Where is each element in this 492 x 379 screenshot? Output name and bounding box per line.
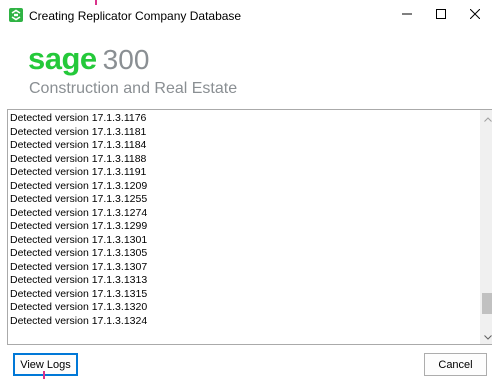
title-bar[interactable]: Creating Replicator Company Database bbox=[0, 0, 492, 30]
close-icon bbox=[469, 6, 481, 24]
log-lines: Detected version 17.1.3.1176 Detected ver… bbox=[10, 112, 480, 328]
log-line: Detected version 17.1.3.1188 bbox=[10, 152, 147, 165]
cancel-button[interactable]: Cancel bbox=[424, 353, 487, 376]
log-line: Detected version 17.1.3.1315 bbox=[10, 287, 148, 300]
window-title: Creating Replicator Company Database bbox=[29, 9, 242, 23]
app-icon bbox=[9, 8, 23, 22]
minimize-button[interactable] bbox=[390, 0, 424, 30]
log-line: Detected version 17.1.3.1313 bbox=[10, 274, 148, 286]
close-button[interactable] bbox=[458, 0, 492, 30]
log-line: Detected version 17.1.3.1320 bbox=[10, 301, 148, 313]
maximize-icon bbox=[436, 6, 446, 24]
logo-brand: sage bbox=[28, 41, 97, 76]
log-line: Detected version 17.1.3.1307 bbox=[10, 260, 148, 273]
minimize-icon bbox=[402, 6, 412, 24]
log-line: Detected version 17.1.3.1176 bbox=[10, 112, 147, 124]
log-line: Detected version 17.1.3.1274 bbox=[10, 206, 148, 219]
log-output[interactable]: Detected version 17.1.3.1176 Detected ver… bbox=[7, 109, 492, 345]
log-line: Detected version 17.1.3.1255 bbox=[10, 193, 148, 205]
log-line: Detected version 17.1.3.1301 bbox=[10, 233, 148, 246]
replicator-dialog: Creating Replicator Company Database sag… bbox=[0, 0, 492, 379]
log-line: Detected version 17.1.3.1305 bbox=[10, 247, 148, 259]
logo-subtitle: Construction and Real Estate bbox=[29, 80, 238, 97]
log-line: Detected version 17.1.3.1299 bbox=[10, 220, 148, 232]
vertical-scrollbar[interactable] bbox=[480, 110, 492, 344]
sage-logo: sage 300 bbox=[28, 41, 150, 76]
cursor-marker-bottom bbox=[43, 371, 45, 379]
log-line: Detected version 17.1.3.1324 bbox=[10, 314, 148, 327]
logo-product: 300 bbox=[102, 44, 150, 75]
scroll-down-button[interactable] bbox=[480, 328, 492, 344]
maximize-button[interactable] bbox=[424, 0, 458, 30]
view-logs-button[interactable]: View Logs bbox=[13, 353, 78, 376]
scroll-up-button[interactable] bbox=[480, 110, 492, 126]
log-line: Detected version 17.1.3.1184 bbox=[10, 139, 147, 151]
chevron-down-icon bbox=[484, 327, 492, 344]
log-line: Detected version 17.1.3.1191 bbox=[10, 166, 147, 178]
scroll-thumb[interactable] bbox=[482, 292, 492, 314]
log-line: Detected version 17.1.3.1181 bbox=[10, 125, 147, 138]
chevron-up-icon bbox=[484, 110, 492, 127]
log-line: Detected version 17.1.3.1209 bbox=[10, 179, 148, 192]
